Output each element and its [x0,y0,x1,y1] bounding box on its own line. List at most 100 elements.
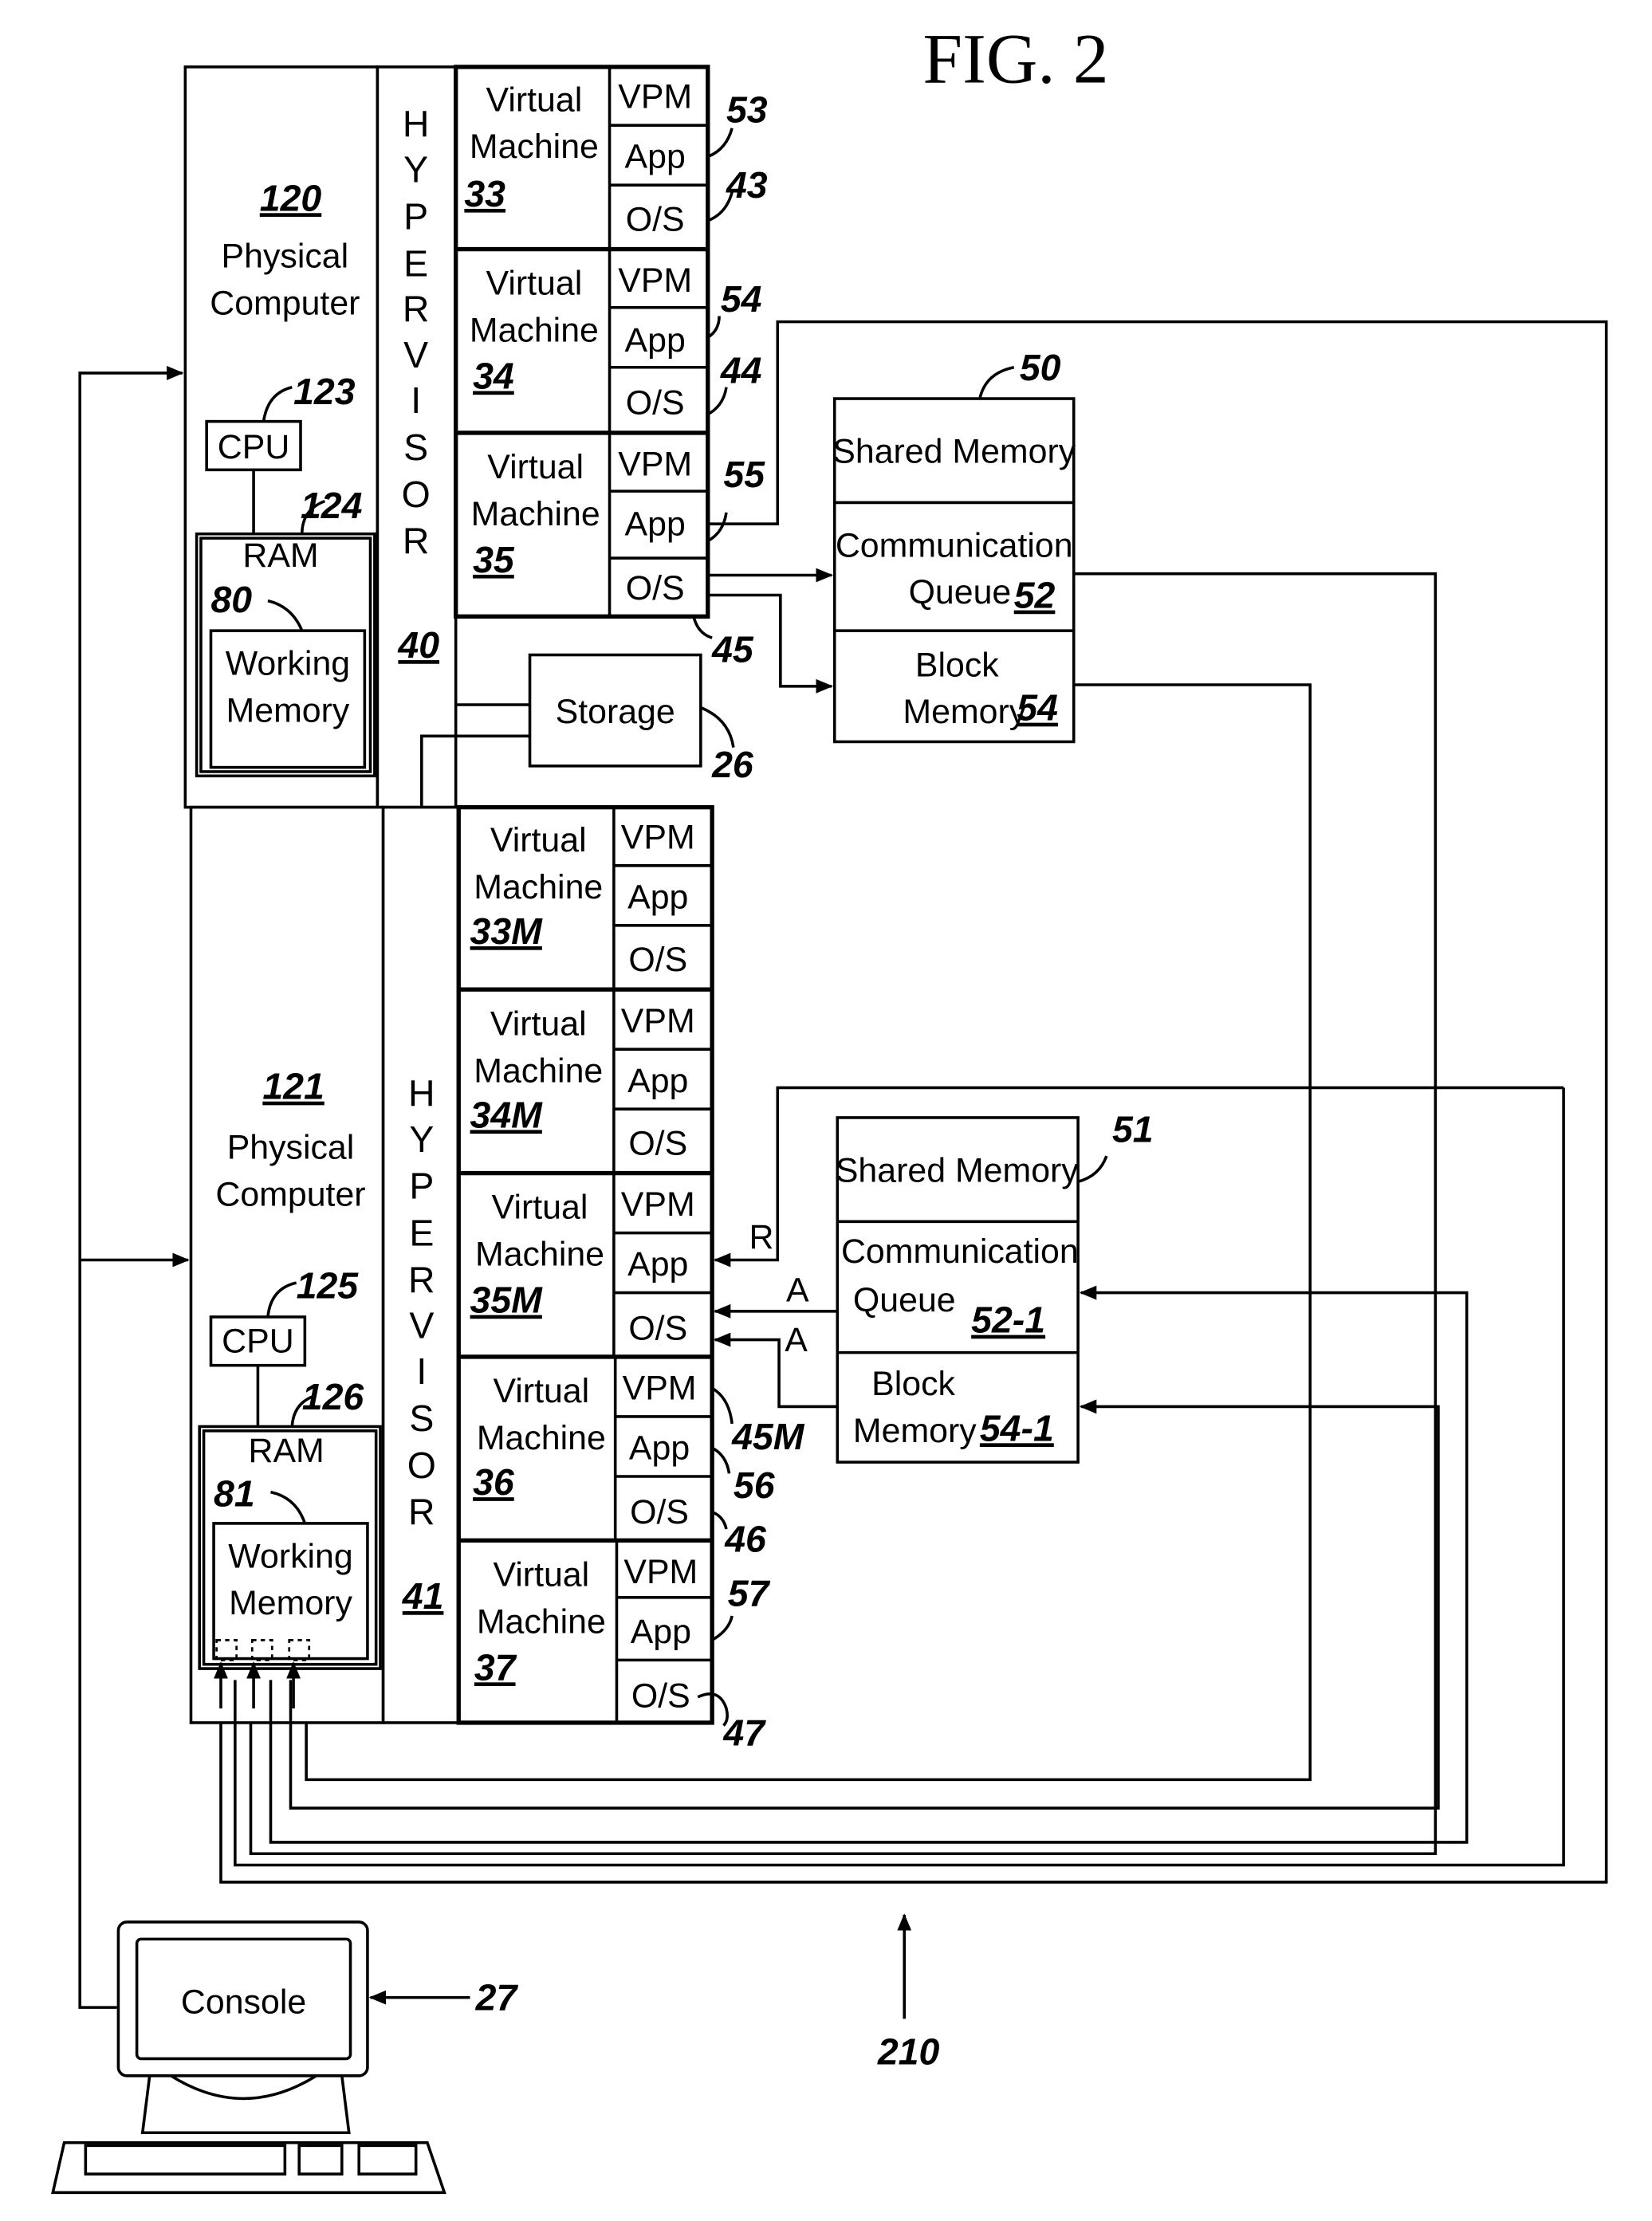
ref-46: 46 [724,1519,767,1560]
fig2-diagram: FIG. 2 120 Physical Computer CPU 123 124… [51,20,1608,2195]
vm-35M: Virtual Machine 35M VPM App O/S [470,1173,713,1357]
vm-36-vpm: VPM [623,1370,697,1408]
hv40-letter: Y [403,149,428,191]
ref-43: 43 [726,164,768,206]
hv40-letter: I [411,379,421,421]
hv40-letter: E [403,242,428,284]
bm-54-1-ref: 54-1 [980,1407,1054,1449]
vm-35M-os: O/S [628,1310,687,1348]
hv40-letter: R [403,289,430,330]
cq-52-1-label-1: Communication [841,1232,1079,1271]
bm-54-ref: 54 [1017,687,1058,729]
vm-34-vpm: VPM [618,261,692,300]
vm-35-label-1: Virtual [487,448,584,486]
ref-45M: 45M [731,1416,805,1457]
shared-51-ref: 51 [1112,1108,1154,1150]
wm-80-label-2: Memory [226,691,350,729]
vm-36-ref: 36 [473,1461,515,1503]
ref-44: 44 [720,349,762,391]
vm-36-label-1: Virtual [493,1372,589,1410]
cq-52-label-1: Communication [836,526,1073,564]
cpu-125-ref: 125 [297,1265,360,1307]
bm-54-label-1: Block [915,646,999,684]
hv41-letter: O [407,1445,436,1486]
keyboard-main-keys [84,2144,287,2176]
computer-120-label-2: Computer [210,285,360,323]
vm-33M-label-2: Machine [474,868,603,906]
link-wm-to-bm54-1 [289,1399,1440,1810]
vm-35M-label-1: Virtual [492,1189,588,1227]
hv40-letter: H [403,103,430,144]
hv41-letter: P [409,1166,434,1207]
vm-stack-top: Virtual Machine 33 VPM App O/S Virtual M… [453,65,768,670]
hypervisor-41-ref: 41 [402,1575,444,1617]
leader-53 [707,128,734,159]
signal-r: R [749,1218,774,1256]
cpu-123-ref: 123 [293,371,356,412]
ref-56: 56 [734,1464,776,1506]
vm-33M: Virtual Machine 33M VPM App O/S [470,807,713,990]
vm-34M: Virtual Machine 34M VPM App O/S [470,989,713,1173]
vm-36: Virtual Machine 36 VPM App O/S [473,1356,713,1541]
hv41-letter: S [409,1397,434,1439]
shared-memory-51: Shared Memory Communication Queue 52-1 B… [836,1108,1154,1464]
hv41-letter: I [416,1350,427,1392]
computer-120-ref: 120 [260,177,322,218]
vm-33M-ref: 33M [470,910,544,952]
signal-a2: A [785,1321,808,1359]
vm-36-label-2: Machine [477,1419,606,1457]
bm-54-label-2: Memory [903,693,1026,731]
shared-50-ref: 50 [1020,347,1061,388]
vm-35-os: O/S [626,569,685,607]
console-neck [170,2074,317,2101]
leader-44 [706,387,728,416]
wm-81-label-1: Working [228,1537,352,1575]
vm-35M-label-2: Machine [475,1236,604,1274]
vm-35-vpm: VPM [618,445,692,483]
console-keyboard [51,2140,446,2195]
computer-121-label-2: Computer [215,1176,365,1214]
cpu-125-label: CPU [222,1323,294,1361]
bm-54-1-label-2: Memory [853,1412,977,1450]
ref-55: 55 [723,454,765,495]
ref-45: 45 [711,628,754,670]
leader-45M [711,1386,734,1425]
computer-120-label-1: Physical [222,238,349,276]
vm-33-app: App [625,138,686,176]
hv41-letter: H [408,1073,435,1114]
hv40-letter: O [402,474,431,515]
bm-54-1-label-1: Block [871,1365,955,1403]
cq-52-ref: 52 [1014,575,1056,616]
wm-80-label-1: Working [226,645,350,683]
vm-35-label-2: Machine [471,495,600,533]
hv41-letter: R [408,1260,435,1301]
vm-33-vpm: VPM [618,78,692,116]
hv40-letter: P [403,196,428,238]
vm-35M-vpm: VPM [621,1185,695,1224]
physical-computer-120: 120 Physical Computer CPU 123 124 RAM 80… [183,65,458,809]
vm-33M-app: App [627,878,688,916]
storage-ref: 26 [711,744,754,785]
cq-52-1-ref: 52-1 [971,1299,1045,1341]
console-stand [140,2075,351,2135]
vm-33M-vpm: VPM [621,818,695,856]
ref-54: 54 [721,278,762,320]
vm-35: Virtual Machine 35 VPM App O/S [471,432,708,617]
hv41-letter: V [409,1305,434,1346]
leader-50 [978,366,1015,399]
hv41-letter: E [409,1213,434,1254]
link-a2-to-os35M [713,1332,838,1409]
vm-35M-app: App [627,1245,688,1283]
vm-37-os: O/S [631,1677,690,1715]
cq-52-1-label-2: Queue [853,1281,956,1319]
leader-57 [711,1615,734,1641]
vm-34M-vpm: VPM [621,1002,695,1040]
leader-45 [692,615,713,639]
vm-33: Virtual Machine 33 VPM App O/S [464,66,708,250]
hv40-letter: S [403,427,428,468]
keyboard-numpad [357,2144,418,2176]
console-label: Console [181,1983,306,2021]
vm-34-ref: 34 [473,356,514,397]
cpu-123-label: CPU [218,428,290,466]
wm-81-ref: 81 [214,1472,255,1514]
